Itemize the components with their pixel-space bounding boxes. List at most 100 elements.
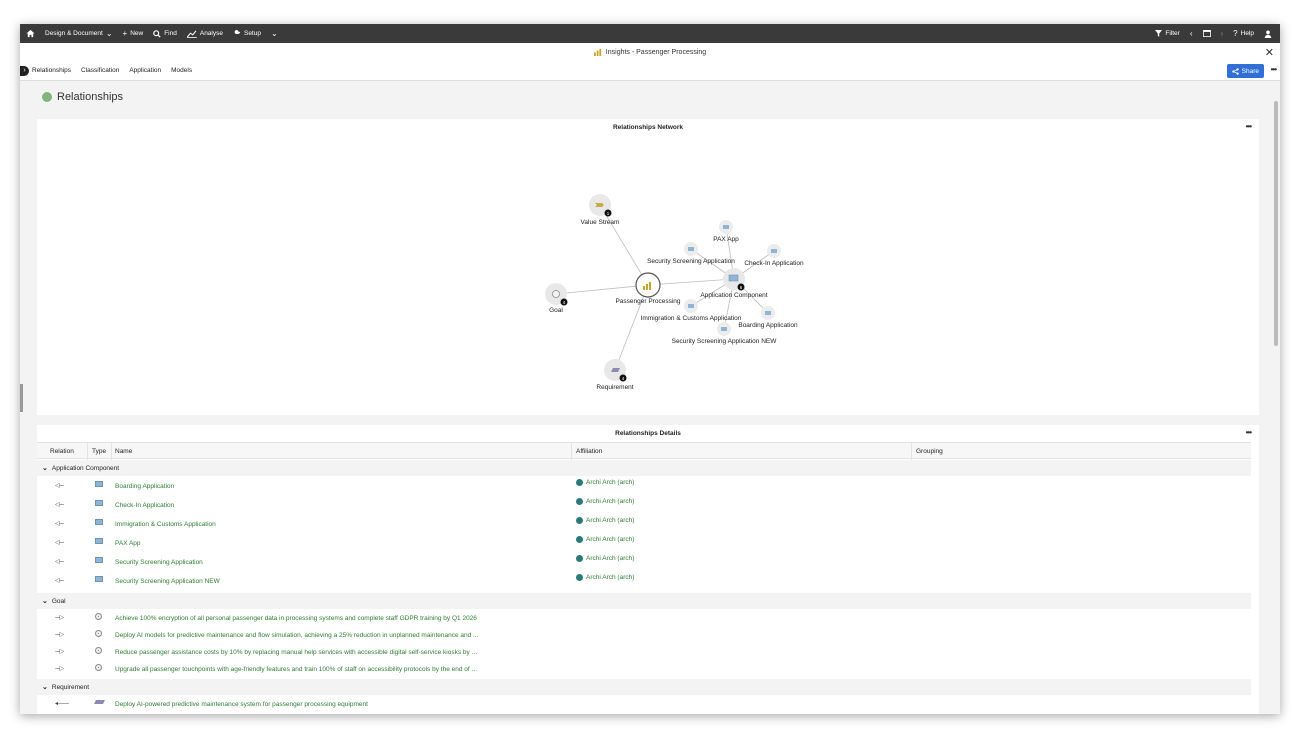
node-check-in-application[interactable]: Check-In Application (744, 244, 804, 267)
filter-button[interactable]: Filter (1155, 30, 1180, 37)
row-name-link[interactable]: PAX App (115, 540, 141, 547)
expand-panel-icon[interactable]: › (20, 66, 29, 76)
wrench-icon (233, 29, 241, 37)
group-row-application-component[interactable]: ⌄ Application Component (37, 460, 1251, 476)
help-button[interactable]: ? Help (1233, 28, 1254, 38)
affiliation-link[interactable]: Archi Arch (arch) (586, 536, 634, 543)
table-row[interactable]: ◁--- PAX App Archi Arch (arch) (37, 535, 1251, 552)
row-name-link[interactable]: Reduce passenger assistance costs by 10%… (115, 649, 477, 656)
row-name-link[interactable]: Deploy AI-powered predictive maintenance… (115, 701, 368, 708)
node-label: PAX App (713, 236, 739, 243)
tab-relationships[interactable]: Relationships (32, 67, 71, 74)
table-row[interactable]: ---▷ Achieve 100% encryption of all pers… (37, 610, 1251, 627)
chevron-down-icon: ⌄ (105, 28, 113, 38)
vertical-scrollbar[interactable] (1274, 101, 1278, 346)
node-passenger-processing[interactable]: Passenger Processing (615, 272, 681, 305)
goal-icon (95, 630, 102, 637)
relationships-details-panel: Relationships Details ••• Relation Type … (37, 425, 1259, 714)
row-name-link[interactable]: Security Screening Application (115, 559, 203, 566)
row-name-link[interactable]: Boarding Application (115, 483, 174, 490)
close-icon[interactable]: ✕ (1265, 46, 1274, 59)
node-security-screening-application[interactable]: Security Screening Application (647, 242, 735, 265)
user-button[interactable] (1264, 30, 1272, 38)
affiliation-link[interactable]: Archi Arch (arch) (586, 479, 634, 486)
edge-goal (555, 284, 649, 295)
application-icon (771, 249, 777, 253)
side-resize-handle[interactable] (20, 384, 23, 412)
affiliation-link[interactable]: Archi Arch (arch) (586, 517, 634, 524)
table-row[interactable]: ◁--- Check-In Application Archi Arch (ar… (37, 497, 1251, 514)
search-icon (153, 29, 161, 38)
node-label: Check-In Application (744, 260, 804, 267)
more-options-icon[interactable]: ••• (1271, 65, 1277, 74)
share-button[interactable]: Share (1226, 64, 1264, 78)
row-name-link[interactable]: Check-In Application (115, 502, 174, 509)
window-icon (1202, 30, 1211, 37)
node-label: Value Stream (581, 219, 620, 226)
more-menu-button[interactable]: ⌄ (271, 29, 278, 38)
affiliation-link[interactable]: Archi Arch (arch) (586, 574, 634, 581)
node-label: Application Component (700, 292, 767, 299)
menu-analyse[interactable]: Analyse (186, 29, 223, 38)
details-more-icon[interactable]: ••• (1246, 428, 1252, 437)
node-label: Passenger Processing (615, 298, 680, 305)
column-header-grouping[interactable]: Grouping (916, 448, 943, 455)
row-name-link[interactable]: Deploy AI models for predictive maintena… (115, 632, 479, 639)
node-label: Goal (549, 307, 563, 314)
affiliation-link[interactable]: Archi Arch (arch) (586, 498, 634, 505)
application-icon (95, 538, 103, 544)
row-name-link[interactable]: Upgrade all passenger touchpoints with a… (115, 666, 477, 673)
menu-setup[interactable]: Setup (233, 29, 261, 38)
table-row[interactable]: ◁--- Immigration & Customs Application A… (37, 516, 1251, 533)
table-row[interactable]: ---▷ Upgrade all passenger touchpoints w… (37, 661, 1251, 678)
group-row-requirement[interactable]: ⌄ Requirement (37, 679, 1251, 695)
node-application-component[interactable]: 6 Application Component (700, 268, 768, 299)
application-icon (723, 225, 729, 229)
chevron-down-icon: ⌄ (42, 684, 48, 691)
column-header-name[interactable]: Name (115, 448, 132, 455)
share-icon (1231, 67, 1239, 75)
table-row[interactable]: ---▷ Deploy AI models for predictive mai… (37, 627, 1251, 644)
node-goal[interactable]: 4 Goal (545, 283, 568, 314)
relationships-network-panel: Relationships Network ••• Passenger Proc… (37, 119, 1259, 415)
column-header-affiliation[interactable]: Affiliation (576, 448, 602, 455)
menu-design-document[interactable]: Design & Document ⌄ (45, 28, 113, 38)
row-name-link[interactable]: Achieve 100% encryption of all personal … (115, 615, 477, 622)
home-button[interactable] (26, 29, 35, 38)
goal-icon (95, 647, 102, 654)
table-row[interactable]: ◁--- Boarding Application Archi Arch (ar… (37, 478, 1251, 495)
help-icon: ? (1233, 28, 1238, 38)
chevron-left-icon: ‹ (1189, 28, 1193, 38)
node-pax-app[interactable]: PAX App (713, 220, 739, 243)
node-label: Boarding Application (738, 322, 798, 329)
tab-models[interactable]: Models (171, 67, 192, 74)
relationships-network-graph: Passenger Processing 1 Value Stream 4 Go… (545, 194, 804, 391)
column-header-relation[interactable]: Relation (50, 448, 74, 455)
table-row[interactable]: ◂—— Deploy AI-powered predictive mainten… (37, 696, 1251, 713)
tab-application[interactable]: Application (129, 67, 161, 74)
row-name-link[interactable]: Security Screening Application NEW (115, 578, 220, 585)
tab-classification[interactable]: Classification (81, 67, 119, 74)
application-icon (688, 304, 694, 308)
forward-button[interactable]: › (1221, 29, 1224, 38)
group-row-goal[interactable]: ⌄ Goal (37, 593, 1251, 609)
row-name-link[interactable]: Immigration & Customs Application (115, 521, 216, 528)
node-boarding-application[interactable]: Boarding Application (738, 306, 798, 329)
window-button[interactable] (1202, 30, 1211, 37)
node-value-stream[interactable]: 1 Value Stream (581, 194, 620, 226)
table-row[interactable]: ◁--- Security Screening Application Arch… (37, 554, 1251, 571)
affiliation-link[interactable]: Archi Arch (arch) (586, 555, 634, 562)
menu-new[interactable]: + New (123, 29, 144, 38)
application-icon (95, 481, 103, 487)
menu-find[interactable]: Find (153, 29, 177, 38)
column-header-type[interactable]: Type (92, 448, 106, 455)
node-requirement[interactable]: 4 Requirement (596, 359, 634, 391)
table-row[interactable]: ◁--- Security Screening Application NEW … (37, 573, 1251, 590)
table-row[interactable]: ---▷ Reduce passenger assistance costs b… (37, 644, 1251, 661)
filter-icon (1155, 30, 1163, 37)
node-label: Requirement (596, 384, 633, 391)
goal-icon (552, 290, 560, 298)
application-icon (721, 327, 727, 331)
back-button[interactable]: ‹ (1189, 28, 1193, 38)
status-dot-icon (42, 92, 52, 102)
